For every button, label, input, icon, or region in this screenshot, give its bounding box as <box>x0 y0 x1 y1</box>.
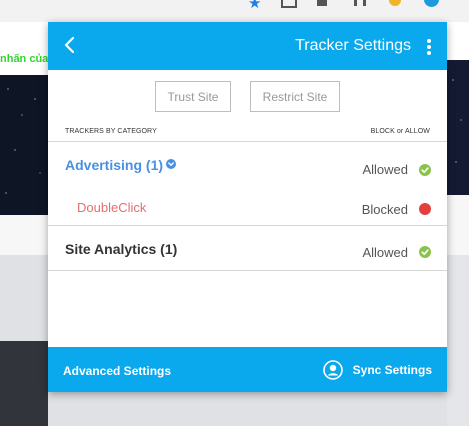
allowed-check-icon[interactable] <box>419 164 431 176</box>
tracker-row-doubleclick[interactable]: DoubleClick Blocked <box>48 183 447 225</box>
sync-settings-button[interactable]: Sync Settings <box>322 359 432 381</box>
category-status: Allowed <box>362 245 408 260</box>
chevron-left-icon[interactable] <box>58 33 82 57</box>
extension-icon[interactable] <box>354 0 366 6</box>
page-section <box>0 341 48 426</box>
tracker-status: Blocked <box>361 202 408 217</box>
category-status: Allowed <box>362 162 408 177</box>
extension-icon[interactable] <box>317 0 327 6</box>
kebab-menu-icon[interactable] <box>421 34 437 58</box>
advanced-settings-link[interactable]: Advanced Settings <box>63 364 171 378</box>
allowed-check-icon[interactable] <box>419 246 431 258</box>
blocked-dot-icon[interactable] <box>419 203 431 215</box>
browser-toolbar: ★ <box>0 0 469 23</box>
page-title: Tracker Settings <box>295 37 411 54</box>
tracker-settings-popup: Tracker Settings Trust Site Restrict Sit… <box>48 22 447 392</box>
extension-icon[interactable] <box>389 0 401 6</box>
restrict-site-button[interactable]: Restrict Site <box>250 81 340 112</box>
popup-header: Tracker Settings <box>48 22 447 70</box>
column-header-block-allow: BLOCK or ALLOW <box>370 128 430 135</box>
category-row-site-analytics[interactable]: Site Analytics (1) Allowed <box>48 226 447 270</box>
popup-footer: Advanced Settings Sync Settings <box>48 347 447 392</box>
page-section <box>0 255 48 341</box>
page-section <box>447 255 469 426</box>
category-name[interactable]: Advertising (1) <box>65 157 177 173</box>
sync-settings-label: Sync Settings <box>352 363 432 377</box>
category-name[interactable]: Site Analytics (1) <box>65 241 177 257</box>
category-row-advertising[interactable]: Advertising (1) Allowed <box>48 141 447 183</box>
page-banner-image <box>0 75 48 215</box>
divider <box>48 270 447 271</box>
page-section <box>0 215 48 255</box>
page-section <box>48 392 447 426</box>
page-text: nhấn của l <box>0 53 48 65</box>
page-banner-image <box>447 60 469 195</box>
extension-icon[interactable] <box>281 0 297 8</box>
trust-site-button[interactable]: Trust Site <box>155 81 231 112</box>
chevron-down-icon[interactable] <box>166 159 177 169</box>
tracker-name: DoubleClick <box>77 200 147 215</box>
ghostery-extension-icon[interactable] <box>424 0 439 7</box>
column-header-trackers: TRACKERS BY CATEGORY <box>65 128 157 135</box>
bookmark-star-icon[interactable]: ★ <box>248 0 262 12</box>
user-avatar-icon <box>322 360 343 380</box>
page-section <box>447 195 469 255</box>
